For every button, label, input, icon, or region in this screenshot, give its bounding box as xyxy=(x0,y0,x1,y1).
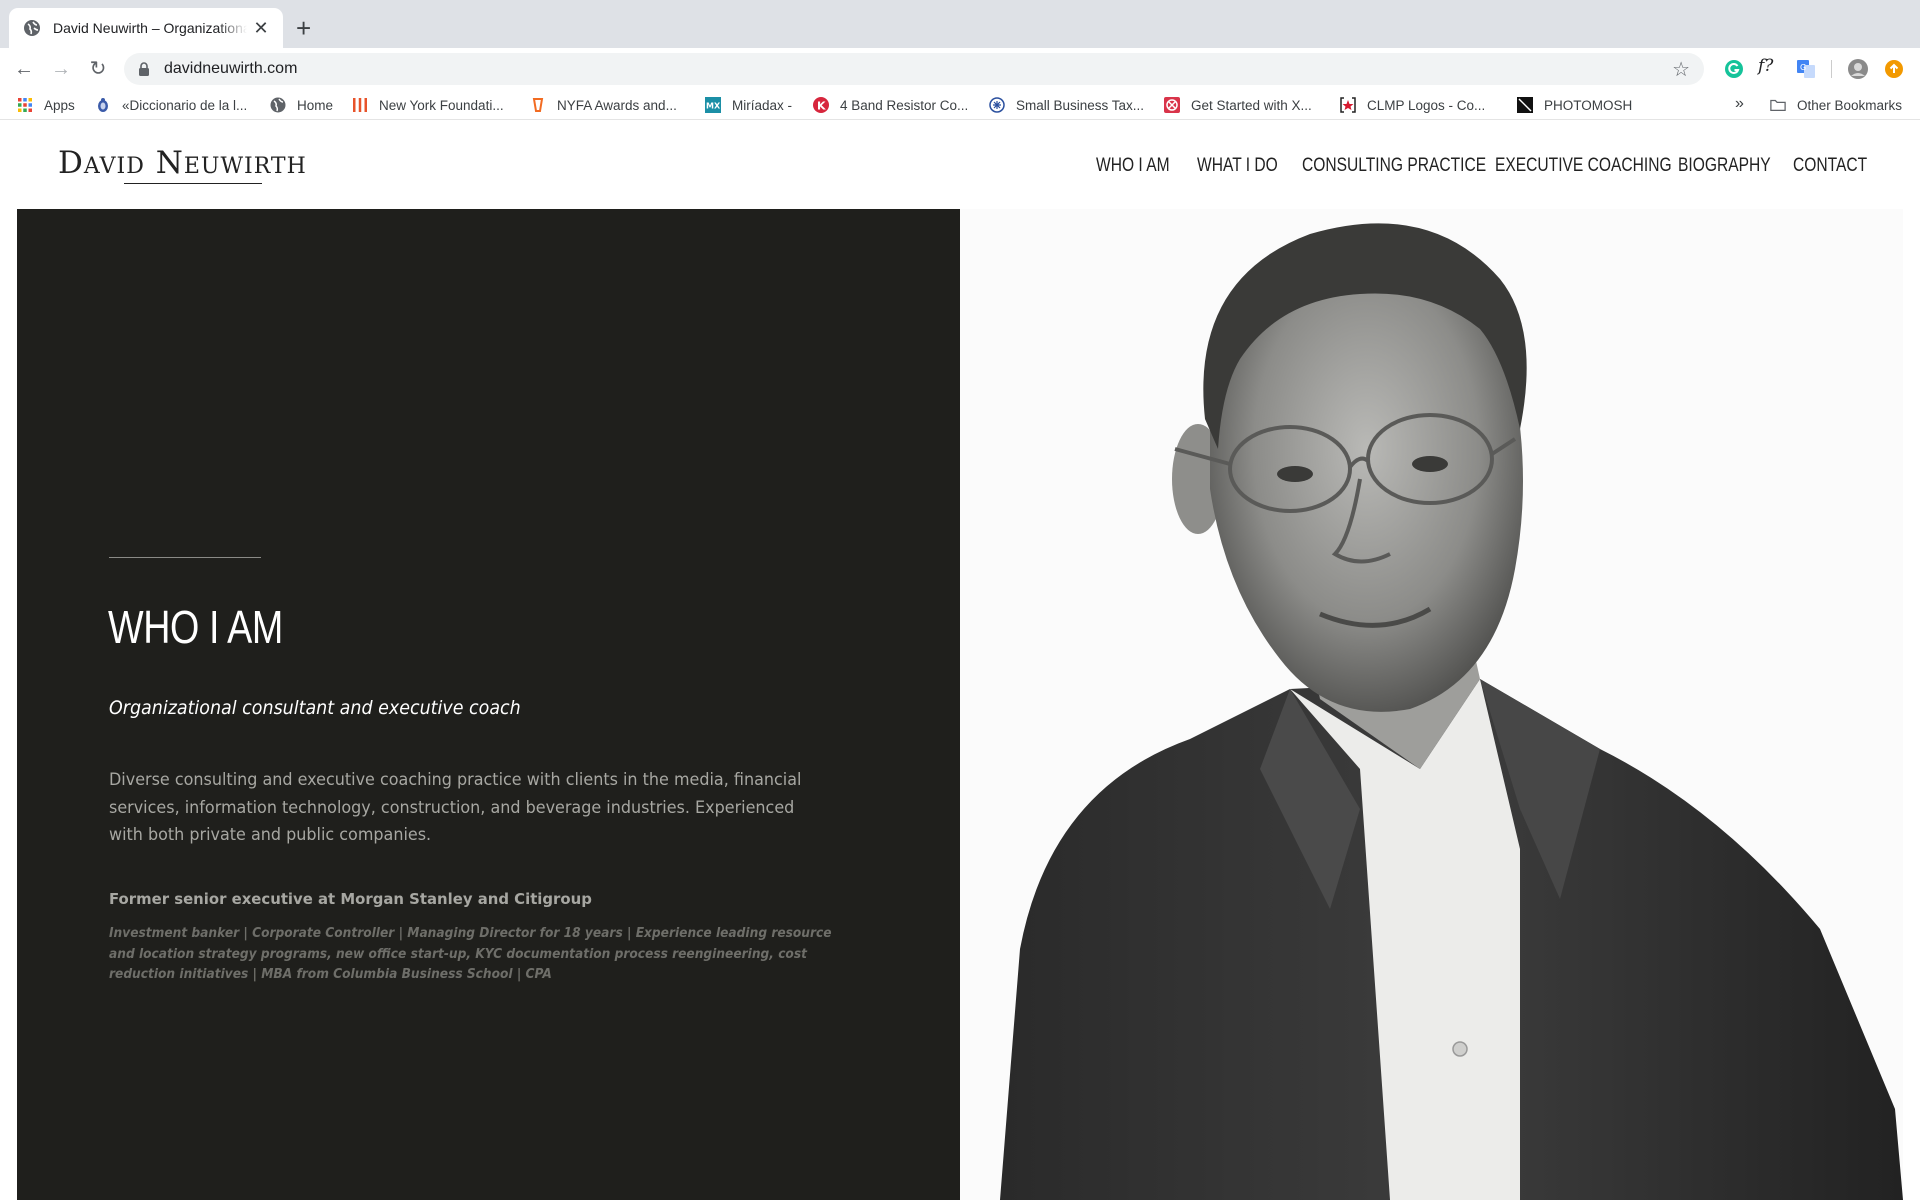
svg-text:K: K xyxy=(817,100,826,113)
irs-icon xyxy=(989,97,1005,113)
bookmark-home[interactable]: Home xyxy=(270,95,333,115)
nyfa-icon xyxy=(353,98,367,112)
bookmark-label: CLMP Logos - Co... xyxy=(1367,97,1486,113)
bookmark-star-icon[interactable]: ☆ xyxy=(1672,57,1690,82)
avatar[interactable] xyxy=(1848,59,1868,79)
site-header: David Neuwirth WHO I AM WHAT I DO CONSUL… xyxy=(0,121,1920,209)
grammarly-icon[interactable] xyxy=(1724,59,1744,79)
career-details: Investment banker | Corporate Controller… xyxy=(109,926,832,982)
bookmark-nyfa-awards[interactable]: NYFA Awards and... xyxy=(530,95,677,115)
bookmark-diccionario[interactable]: «Diccionario de la l... xyxy=(95,95,247,115)
bookmark-label: Apps xyxy=(44,97,75,113)
url-text[interactable]: davidneuwirth.com xyxy=(164,60,297,78)
bookmark-photomosh[interactable]: PHOTOMOSH xyxy=(1517,95,1632,115)
clmp-icon xyxy=(1340,97,1356,113)
bookmark-clmp[interactable]: CLMP Logos - Co... xyxy=(1340,95,1485,115)
nav-contact[interactable]: CONTACT xyxy=(1793,155,1867,177)
submittable-icon xyxy=(532,98,544,112)
toolbar-divider xyxy=(1831,60,1832,78)
svg-text:MX: MX xyxy=(706,102,721,111)
browser-tabstrip: David Neuwirth – Organizational ✕ + xyxy=(0,0,1920,48)
bookmark-small-business[interactable]: Small Business Tax... xyxy=(989,95,1144,115)
other-bookmarks[interactable]: Other Bookmarks xyxy=(1770,95,1902,115)
lock-icon xyxy=(139,62,149,76)
xero-icon xyxy=(1164,97,1180,113)
portrait-photo xyxy=(960,209,1903,1200)
nav-consulting-practice[interactable]: CONSULTING PRACTICE xyxy=(1302,155,1486,177)
globe-icon xyxy=(24,20,40,36)
bookmark-miriadax[interactable]: MX Miríadax - xyxy=(705,95,792,115)
miriadax-icon: MX xyxy=(705,97,721,113)
hero-description: Diverse consulting and executive coachin… xyxy=(109,770,802,845)
folder-icon xyxy=(1770,99,1786,111)
bookmark-label: 4 Band Resistor Co... xyxy=(840,97,969,113)
bookmark-nyfa[interactable]: New York Foundati... xyxy=(352,95,504,115)
bookmark-label: Home xyxy=(297,97,334,113)
new-tab-button[interactable]: + xyxy=(296,14,311,42)
bookmark-label: «Diccionario de la l... xyxy=(122,97,248,113)
nav-what-i-do[interactable]: WHAT I DO xyxy=(1197,155,1278,177)
address-bar[interactable]: davidneuwirth.com ☆ xyxy=(124,53,1704,85)
k-icon: K xyxy=(813,97,829,113)
apps-grid-icon xyxy=(18,98,32,112)
other-bookmarks-label: Other Bookmarks xyxy=(1797,97,1903,113)
bookmark-label: New York Foundati... xyxy=(379,97,504,113)
tab-title: David Neuwirth – Organizational xyxy=(53,20,247,36)
bookmark-label: NYFA Awards and... xyxy=(557,97,677,113)
bookmark-label: Get Started with X... xyxy=(1191,97,1312,113)
bookmark-xero[interactable]: Get Started with X... xyxy=(1164,95,1312,115)
bookmark-label: PHOTOMOSH xyxy=(1544,97,1633,113)
site-logo[interactable]: David Neuwirth xyxy=(58,145,307,181)
forward-arrow-icon[interactable]: → xyxy=(50,58,72,80)
section-rule xyxy=(109,557,261,558)
update-icon[interactable] xyxy=(1884,59,1904,79)
translate-icon[interactable]: G xyxy=(1796,59,1816,79)
former-role-heading: Former senior executive at Morgan Stanle… xyxy=(109,890,592,908)
nav-biography[interactable]: BIOGRAPHY xyxy=(1678,155,1771,177)
globe-icon xyxy=(270,97,286,113)
hero-subtitle: Organizational consultant and executive … xyxy=(109,697,521,719)
bookmark-label: Small Business Tax... xyxy=(1016,97,1145,113)
reload-icon[interactable]: ↻ xyxy=(87,58,109,80)
browser-toolbar: ← → ↻ davidneuwirth.com ☆ f? G xyxy=(0,48,1920,90)
back-arrow-icon[interactable]: ← xyxy=(13,58,35,80)
more-bookmarks-chevron-icon[interactable]: » xyxy=(1735,95,1744,113)
logo-underline xyxy=(124,183,262,184)
bookmarks-bar: Apps «Diccionario de la l... Home New Yo… xyxy=(0,90,1920,120)
nav-who-i-am[interactable]: WHO I AM xyxy=(1096,155,1170,177)
font-finder-icon[interactable]: f? xyxy=(1758,56,1773,76)
close-tab-icon[interactable]: ✕ xyxy=(251,18,271,39)
nav-executive-coaching[interactable]: EXECUTIVE COACHING xyxy=(1495,155,1672,177)
photomosh-icon xyxy=(1517,97,1533,113)
page-title: WHO I AM xyxy=(108,601,283,653)
svg-text:G: G xyxy=(1800,63,1806,72)
browser-tab[interactable]: David Neuwirth – Organizational ✕ xyxy=(9,8,283,48)
bookmark-apps[interactable]: Apps xyxy=(17,95,75,115)
bookmark-resistor[interactable]: K 4 Band Resistor Co... xyxy=(813,95,968,115)
bookmark-label: Miríadax - xyxy=(732,97,793,113)
rae-icon xyxy=(98,98,108,112)
